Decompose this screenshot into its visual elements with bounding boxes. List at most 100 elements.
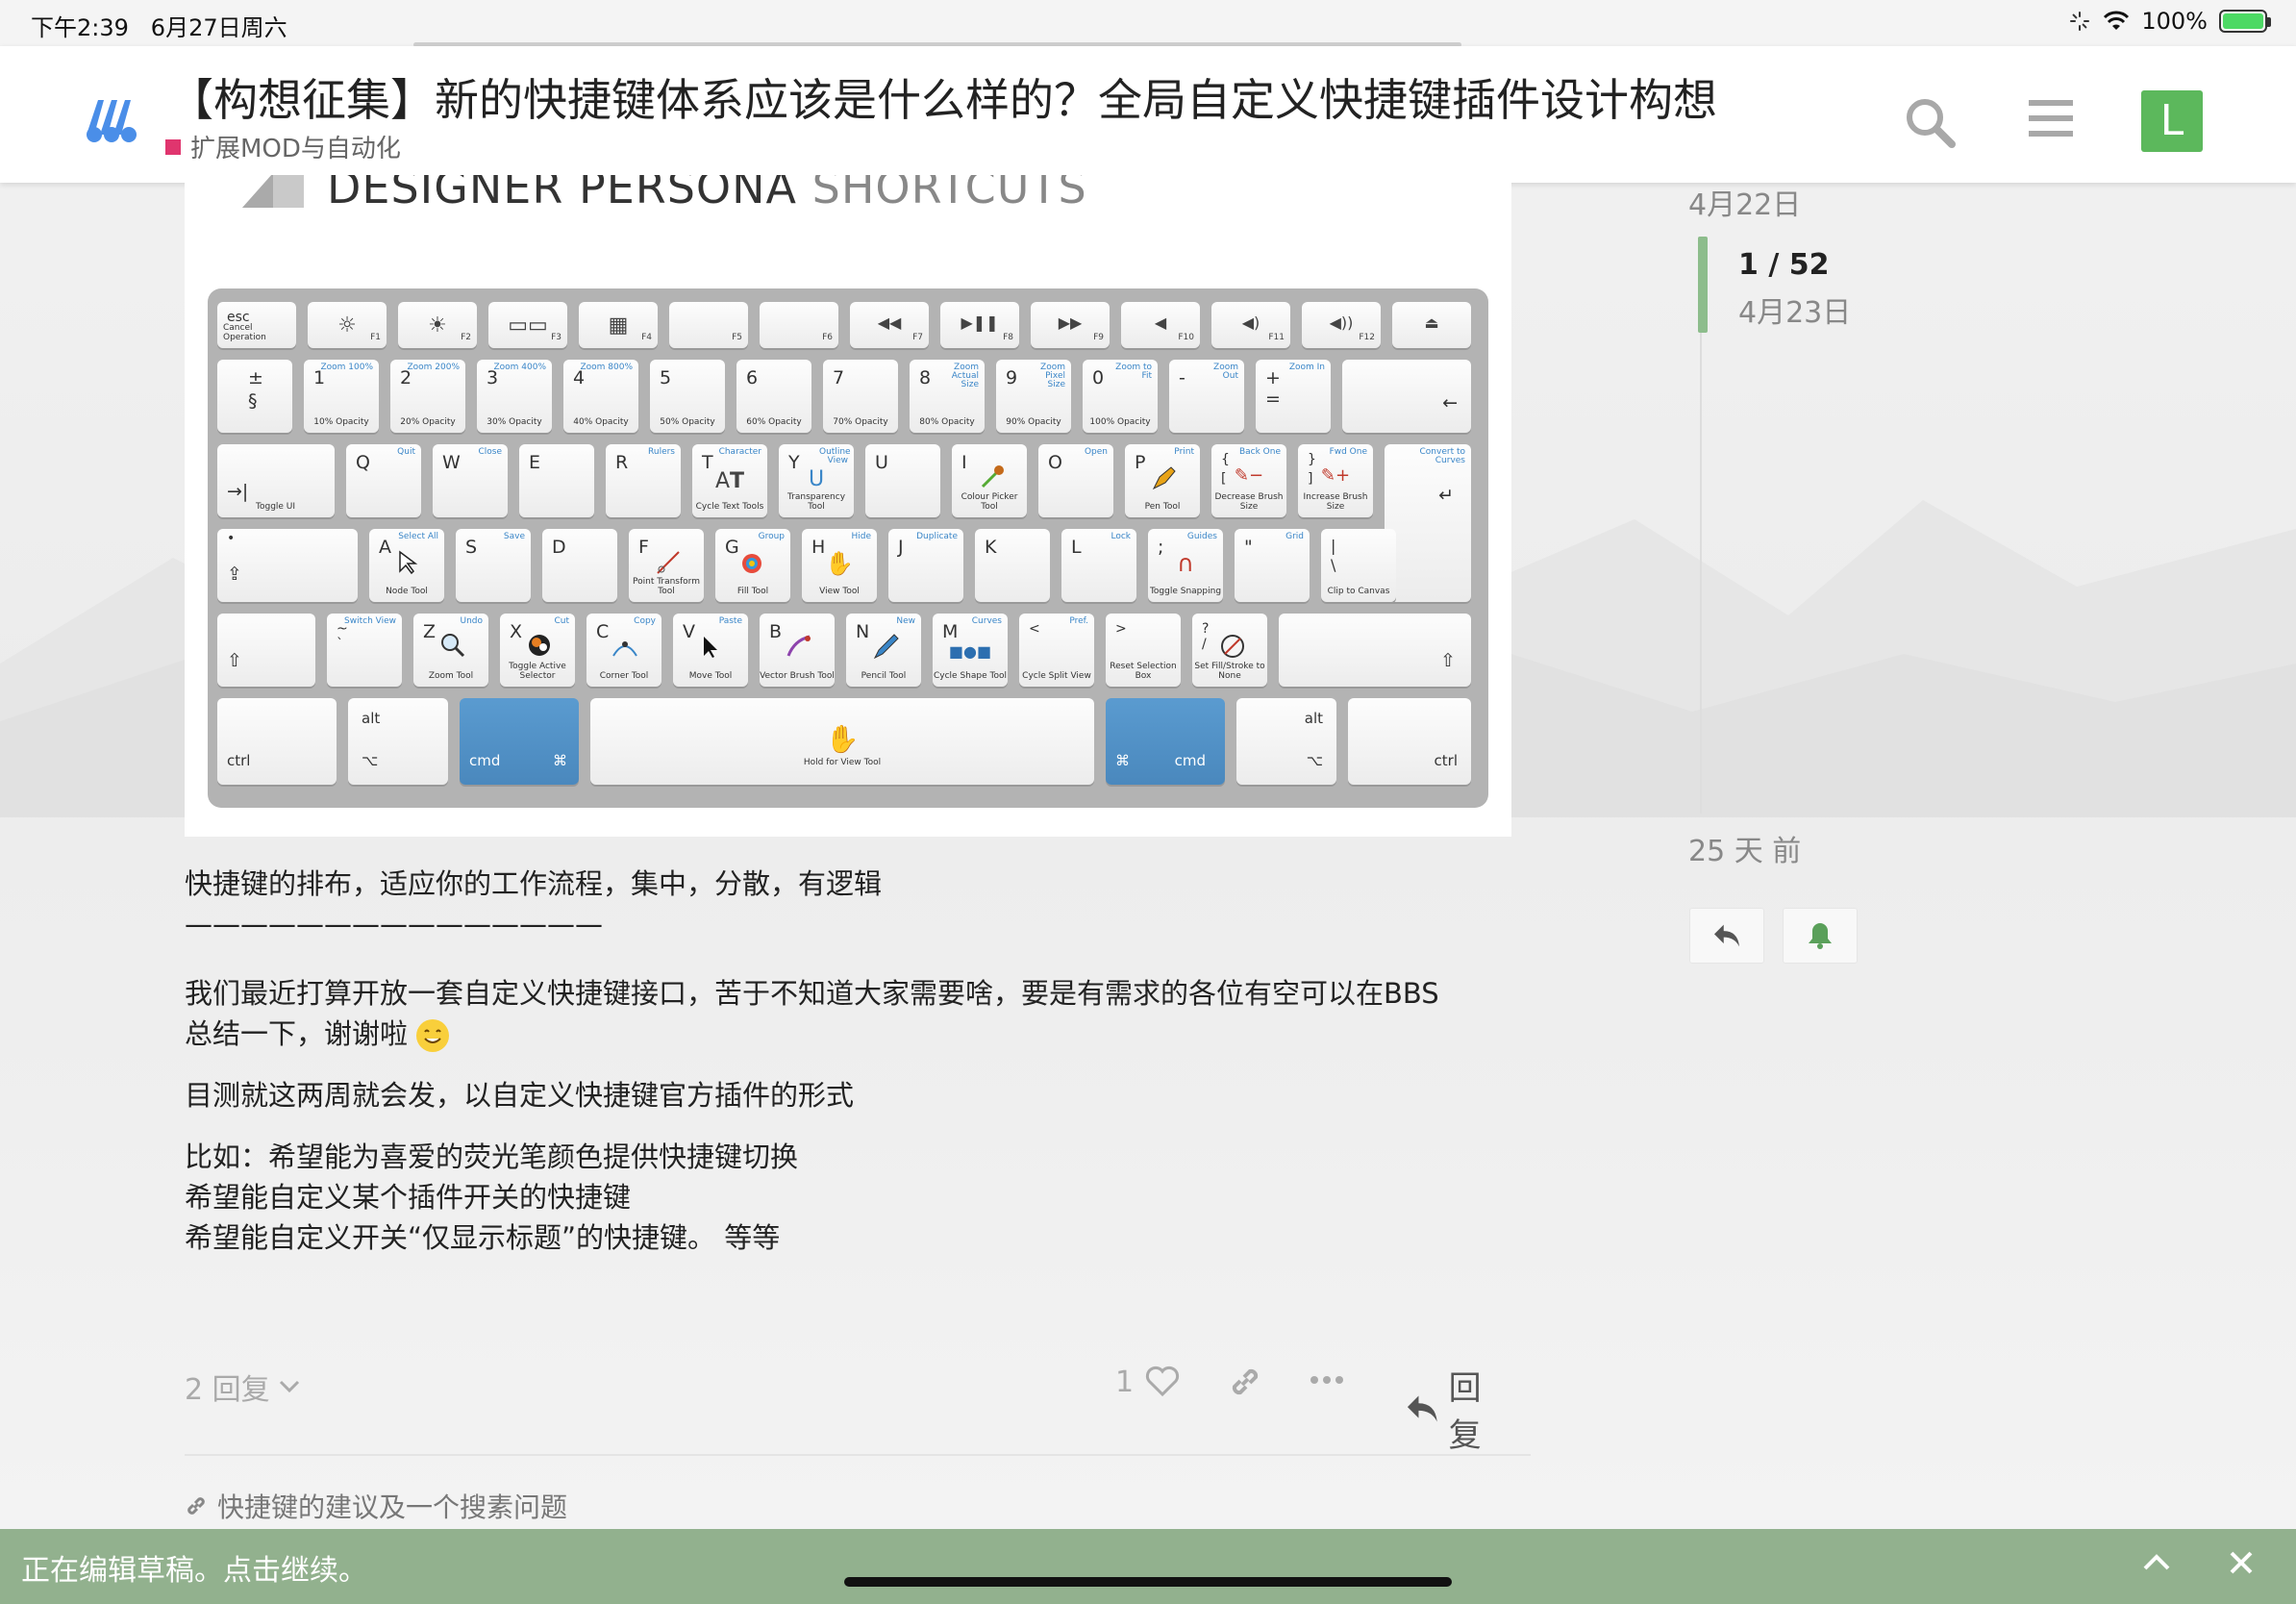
key-esc: esc Cancel Operation	[217, 302, 296, 348]
fill-tool-icon	[742, 554, 761, 573]
key-legend: J	[898, 537, 904, 558]
brush-increase-icon: ✎+	[1320, 465, 1351, 486]
more-options-icon[interactable]	[1310, 1375, 1344, 1385]
key-alt-left: alt ⌥	[348, 698, 448, 785]
topic-title[interactable]: 【构想征集】新的快捷键体系应该是什么样的？全局自定义快捷键插件设计构想	[169, 65, 1717, 129]
key-legend: §	[248, 390, 258, 412]
text-tool-icon: AT	[714, 469, 745, 493]
designer-persona-icon	[242, 175, 304, 208]
key-label: Corner Tool	[599, 671, 649, 681]
key-question: ? / Set Fill/Stroke to None	[1192, 614, 1267, 687]
status-time: 下午2:39 6月27日周六	[31, 9, 287, 42]
post-paragraph: 我们最近打算开放一套自定义快捷键接口，苦于不知道大家需要啥，要是有需求的各位有空…	[185, 977, 1439, 1010]
key-f10: ◀ F10	[1121, 302, 1200, 348]
site-logo-icon[interactable]	[83, 87, 150, 144]
key-label: Cancel Operation	[223, 323, 266, 342]
post-body: 快捷键的排布，适应你的工作流程，集中，分散，有逻辑 ——————————————…	[185, 864, 1439, 1258]
timeline-reply-button[interactable]	[1689, 908, 1764, 964]
key-label: Toggle Active Selector	[509, 662, 566, 681]
key-cmd-label: Zoom 100%	[320, 363, 373, 372]
key-legend: 5	[660, 367, 672, 388]
key-backslash: | \ Clip to Canvas	[1321, 529, 1396, 602]
timeline-handle[interactable]	[1698, 237, 1708, 333]
linked-topic[interactable]: 快捷键的建议及一个搜素问题	[185, 1487, 567, 1525]
hamburger-menu-icon[interactable]	[2027, 94, 2075, 142]
key-f11: ◀) F11	[1211, 302, 1290, 348]
pencil-tool-icon	[873, 634, 899, 660]
keyboard-diagram: esc Cancel Operation ☼ F1 ☀ F2 ▭▭ F3 ▦ F4 F 5 …	[208, 288, 1488, 808]
key-0: 0 Zoom to Fit 100% Opacity	[1083, 360, 1158, 433]
key-legend: Z	[423, 621, 437, 642]
key-label: View Tool	[819, 587, 860, 596]
timeline-position: 1 / 52	[1738, 248, 1830, 282]
search-icon[interactable]	[1902, 94, 1958, 150]
key-cmd-label: Grid	[1285, 532, 1304, 541]
category-badge[interactable]: 扩展MOD与自动化	[165, 129, 401, 164]
key-b: B Vector Brush Tool	[760, 614, 835, 687]
key-i: I Colour Picker Tool	[952, 444, 1027, 517]
post-image-keyboard-shortcuts[interactable]: DESIGNER PERSONA SHORTCUTS esc Cancel Ope…	[185, 175, 1511, 837]
key-label: Decrease Brush Size	[1214, 492, 1284, 512]
heart-icon[interactable]	[1144, 1364, 1181, 1398]
post-line: 快捷键的排布，适应你的工作流程，集中，分散，有逻辑	[185, 867, 883, 900]
show-replies-button[interactable]: 2 回复	[185, 1366, 301, 1408]
key-label: 30% Opacity	[487, 417, 542, 427]
linked-topic-title: 快捷键的建议及一个搜素问题	[217, 1491, 568, 1523]
post-paragraph: 目测就这两周就会发，以自定义快捷键官方插件的形式	[185, 1079, 855, 1112]
key-l: L Lock	[1061, 529, 1136, 602]
key-2: 2 Zoom 200% 20% Opacity	[390, 360, 465, 433]
key-legend: O	[1048, 452, 1062, 473]
key-f5: F5	[669, 302, 748, 348]
bell-icon	[1809, 923, 1832, 949]
timeline-start-date[interactable]: 4月22日	[1688, 181, 1801, 223]
key-legend: -	[1179, 367, 1185, 388]
key-label: Pen Tool	[1144, 502, 1181, 512]
key-label: 10% Opacity	[313, 417, 369, 427]
key-legend: "	[1244, 537, 1253, 558]
user-avatar[interactable]: L	[2141, 90, 2203, 152]
notification-button[interactable]	[1783, 908, 1858, 964]
color-picker-icon	[981, 465, 1004, 489]
key-label: Reset Selection Box	[1110, 662, 1177, 681]
key-shift-right: ⇧	[1279, 614, 1471, 687]
key-r: R Rulers	[606, 444, 681, 517]
caps-lock-icon: ⇪	[227, 564, 242, 585]
key-legend: 6	[746, 367, 759, 388]
key-cmd-label: Rulers	[648, 447, 675, 457]
draft-bar[interactable]: 正在编辑草稿。点击继续。	[0, 1529, 2296, 1604]
draft-message[interactable]: 正在编辑草稿。点击继续。	[21, 1546, 367, 1589]
key-legend: S	[465, 537, 478, 558]
key-label: Clip to Canvas	[1327, 587, 1390, 596]
key-cmd-label: Save	[503, 532, 525, 541]
key-shift-left: ⇧	[217, 614, 315, 687]
key-3: 3 Zoom 400% 30% Opacity	[477, 360, 552, 433]
key-label: Toggle UI	[256, 502, 296, 512]
key-f4: ▦ F4	[579, 302, 658, 348]
chevron-up-icon[interactable]	[2142, 1552, 2171, 1571]
key-legend: P	[1135, 452, 1146, 473]
key-legend: M	[942, 621, 959, 642]
reply-button[interactable]: 回复	[1406, 1362, 1511, 1456]
key-f1: ☼ F1	[308, 302, 387, 348]
key-8: 8 Zoom Actual Size 80% Opacity	[910, 360, 985, 433]
key-9: 9 Zoom Pixel Size 90% Opacity	[996, 360, 1071, 433]
key-f8: ▶❚❚ F8	[940, 302, 1019, 348]
key-legend: ±	[248, 367, 263, 388]
reply-icon	[1714, 924, 1739, 947]
key-legend: L	[1071, 537, 1082, 558]
key-fn: F12	[1359, 333, 1375, 342]
key-cmd-label: Open	[1084, 447, 1108, 457]
key-caps-lock: • ⇪	[217, 529, 358, 602]
key-legend: 8	[919, 367, 932, 388]
close-icon[interactable]	[2229, 1550, 2254, 1575]
key-legend: <	[1029, 621, 1040, 637]
timeline-end-date[interactable]: 25 天 前	[1688, 827, 1801, 869]
link-icon[interactable]	[1227, 1364, 1263, 1400]
key-semicolon: ; Guides ∩ Toggle Snapping	[1148, 529, 1223, 602]
key-legend: ←	[1442, 392, 1458, 414]
vector-brush-icon	[786, 635, 811, 657]
key-legend: cmd	[1174, 752, 1206, 769]
title-dark: DESIGNER PERSONA	[327, 175, 798, 213]
key-fn: F11	[1268, 333, 1285, 342]
pen-tool-icon	[1152, 466, 1176, 490]
